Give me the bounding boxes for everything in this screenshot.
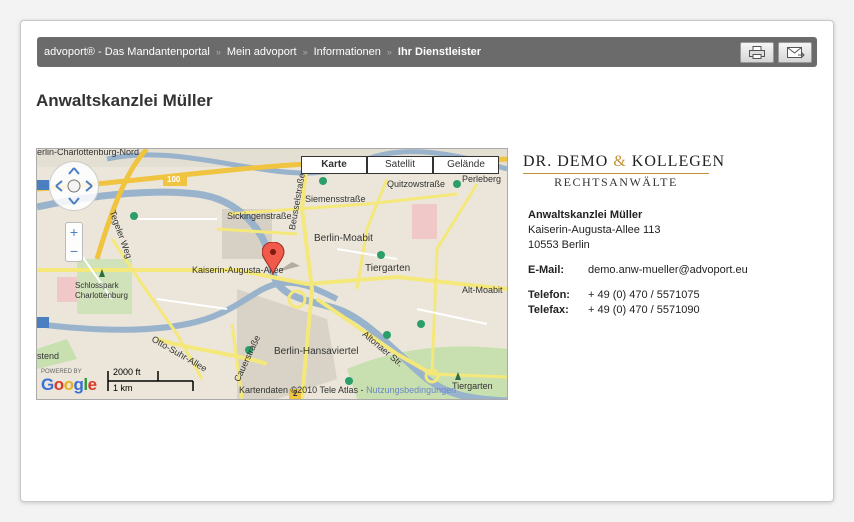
logo-title: DR. DEMO & KOLLEGEN [523,153,724,171]
phone-value: + 49 (0) 470 / 5571075 [588,289,700,301]
map-zoom-control: + − [65,222,83,262]
map-copyright: Kartendaten ©2010 Tele Atlas - Nutzungsb… [239,385,456,395]
city-address: 10553 Berlin [528,239,590,251]
google-logo[interactable]: POWERED BY Google [41,369,97,395]
email-row: E-Mail: demo.anw-mueller@advoport.eu [528,263,748,278]
map-label: Quitzowstraße [387,179,446,189]
scale-ft-label: 2000 ft [113,367,141,377]
copyright-text: Kartendaten ©2010 Tele Atlas - [239,385,367,395]
mail-icon [787,47,805,59]
breadcrumb-item-informationen[interactable]: Informationen [314,46,381,58]
zoom-in-button[interactable]: + [66,223,82,242]
map-pan-control[interactable] [49,161,99,211]
logo-text: DR. DEMO [523,153,614,170]
map-label: Perleberg [462,174,502,184]
map-label: Berlin-Moabit [314,233,373,244]
map-label: Alt-Moabit [462,285,503,295]
logo-divider [523,173,709,174]
firm-name: Anwaltskanzlei Müller [528,209,643,221]
firm-logo: DR. DEMO & KOLLEGEN RECHTSANWÄLTE [523,153,724,190]
map-label: stend [37,351,60,361]
fax-label: Telefax: [528,304,569,316]
print-button[interactable] [740,42,774,63]
map-label: Tiergarten [365,263,411,274]
logo-subtitle: RECHTSANWÄLTE [554,175,678,189]
page-title: Anwaltskanzlei Müller [36,91,213,110]
map-type-gelaende-button[interactable]: Gelände [433,156,499,174]
scale-km-label: 1 km [113,383,133,393]
map-label: Berlin-Hansaviertel [274,346,359,357]
breadcrumb-separator-icon: » [215,47,221,57]
street-address: Kaiserin-Augusta-Allee 113 [528,224,661,236]
map-widget[interactable]: erlin-Charlottenburg-Nord 100 Siemensstr… [36,148,508,400]
phone-block: Telefon: + 49 (0) 470 / 5571075 Telefax: +… [528,288,700,318]
google-wordmark: Google [41,375,97,394]
map-marker-icon[interactable] [262,242,302,278]
email-link[interactable]: demo.anw-mueller@advoport.eu [588,264,748,276]
fax-value: + 49 (0) 470 / 5571090 [588,304,700,316]
map-type-karte-button[interactable]: Karte [301,156,367,174]
address-block: Anwaltskanzlei Müller Kaiserin-Augusta-A… [528,208,660,253]
map-label: erlin-Charlottenburg-Nord [37,148,140,157]
map-label: Siemensstraße [305,194,366,204]
breadcrumb-separator-icon: » [302,47,308,57]
logo-ampersand: & [613,153,627,170]
email-label: E-Mail: [528,264,565,276]
breadcrumb-separator-icon: » [386,47,392,57]
pan-arrows-icon [55,167,93,205]
highway-shield: 100 [167,175,181,184]
breadcrumb-current: Ihr Dienstleister [397,46,482,58]
phone-label: Telefon: [528,289,570,301]
breadcrumb-bar: advoport® - Das Mandantenportal » Mein adv… [37,37,817,67]
breadcrumb: advoport® - Das Mandantenportal » Mein adv… [44,46,481,58]
map-type-satellit-button[interactable]: Satellit [367,156,433,174]
printer-icon [749,46,765,59]
terms-link[interactable]: Nutzungsbedingungen [366,385,456,395]
map-label: Sickingenstraße [227,211,292,221]
logo-text: KOLLEGEN [626,153,726,170]
map-label: Schlosspark Charlottenburg [75,281,128,300]
zoom-out-button[interactable]: − [66,242,82,261]
breadcrumb-item-portal[interactable]: advoport® - Das Mandantenportal [44,46,210,58]
email-button[interactable] [778,42,812,63]
content-panel: advoport® - Das Mandantenportal » Mein adv… [20,20,834,502]
map-scale-bar: 2000 ft 1 km [107,367,197,393]
breadcrumb-item-mein-advoport[interactable]: Mein advoport [227,46,297,58]
map-label: Tiergarten [452,381,493,391]
